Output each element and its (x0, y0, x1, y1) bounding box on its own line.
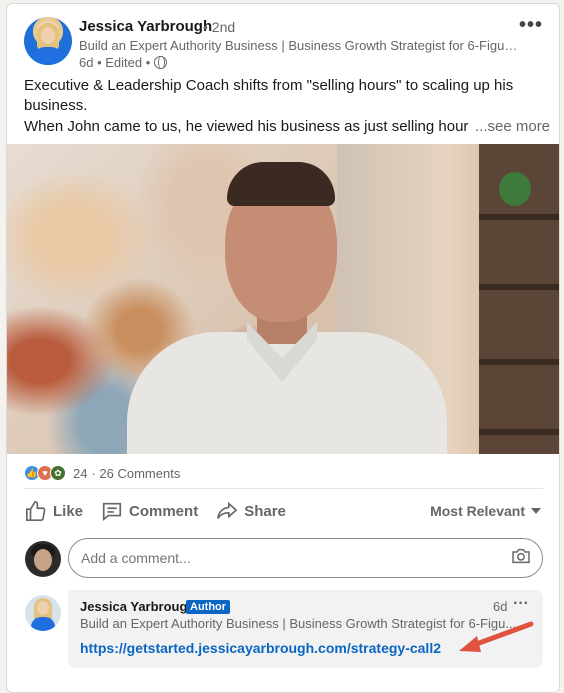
support-reaction-icon: ✿ (50, 465, 66, 481)
connection-degree: • 2nd (203, 19, 236, 35)
camera-icon[interactable] (511, 548, 531, 564)
comment-more-icon[interactable]: ··· (513, 595, 529, 613)
reaction-count[interactable]: 24 (73, 466, 87, 481)
current-user-avatar (25, 541, 61, 577)
caret-down-icon (531, 508, 541, 514)
thumbs-up-icon (26, 501, 46, 521)
share-icon (217, 501, 238, 519)
commenter-name[interactable]: Jessica Yarbrough (80, 599, 195, 614)
comment-link[interactable]: https://getstarted.jessicayarbrough.com/… (80, 640, 441, 656)
comment-time: 6d (493, 599, 508, 614)
author-avatar[interactable] (24, 17, 72, 65)
globe-icon (154, 56, 168, 69)
share-button[interactable]: Share (212, 496, 290, 526)
author-headline: Build an Expert Authority Business | Bus… (79, 38, 519, 53)
divider (24, 488, 543, 489)
more-options-icon[interactable]: ••• (519, 14, 543, 37)
post-text-line1: Executive & Leadership Coach shifts from… (24, 77, 514, 114)
post-meta: 6d • Edited • (79, 55, 168, 70)
like-label: Like (53, 502, 84, 520)
annotation-arrow-icon (459, 621, 534, 652)
reactions-summary[interactable]: 👍 ♥ ✿ 24 · 26 Comments (24, 465, 180, 481)
see-more-link[interactable]: ...see more (475, 118, 550, 135)
comment-button[interactable]: Comment (97, 496, 202, 526)
comments-count[interactable]: · 26 Comments (91, 466, 180, 481)
comment-label: Comment (129, 502, 199, 520)
commenter-avatar[interactable] (25, 595, 61, 631)
post-card: Jessica Yarbrough • 2nd Build an Expert … (6, 3, 560, 693)
sort-label: Most Relevant (430, 503, 525, 519)
comment-input[interactable] (68, 538, 543, 578)
sort-dropdown[interactable]: Most Relevant (430, 503, 541, 519)
post-timestamp: 6d • Edited • (79, 55, 151, 70)
author-badge: Author (186, 600, 231, 614)
post-video[interactable] (7, 144, 559, 454)
post-text-line2: When John came to us, he viewed his busi… (24, 118, 469, 135)
social-actions: Like Comment Share (21, 496, 290, 526)
share-label: Share (244, 502, 286, 520)
presenter-body (127, 332, 447, 454)
author-name[interactable]: Jessica Yarbrough (79, 18, 212, 35)
comment-icon (102, 502, 122, 521)
plant (499, 172, 531, 206)
like-button[interactable]: Like (21, 496, 87, 526)
